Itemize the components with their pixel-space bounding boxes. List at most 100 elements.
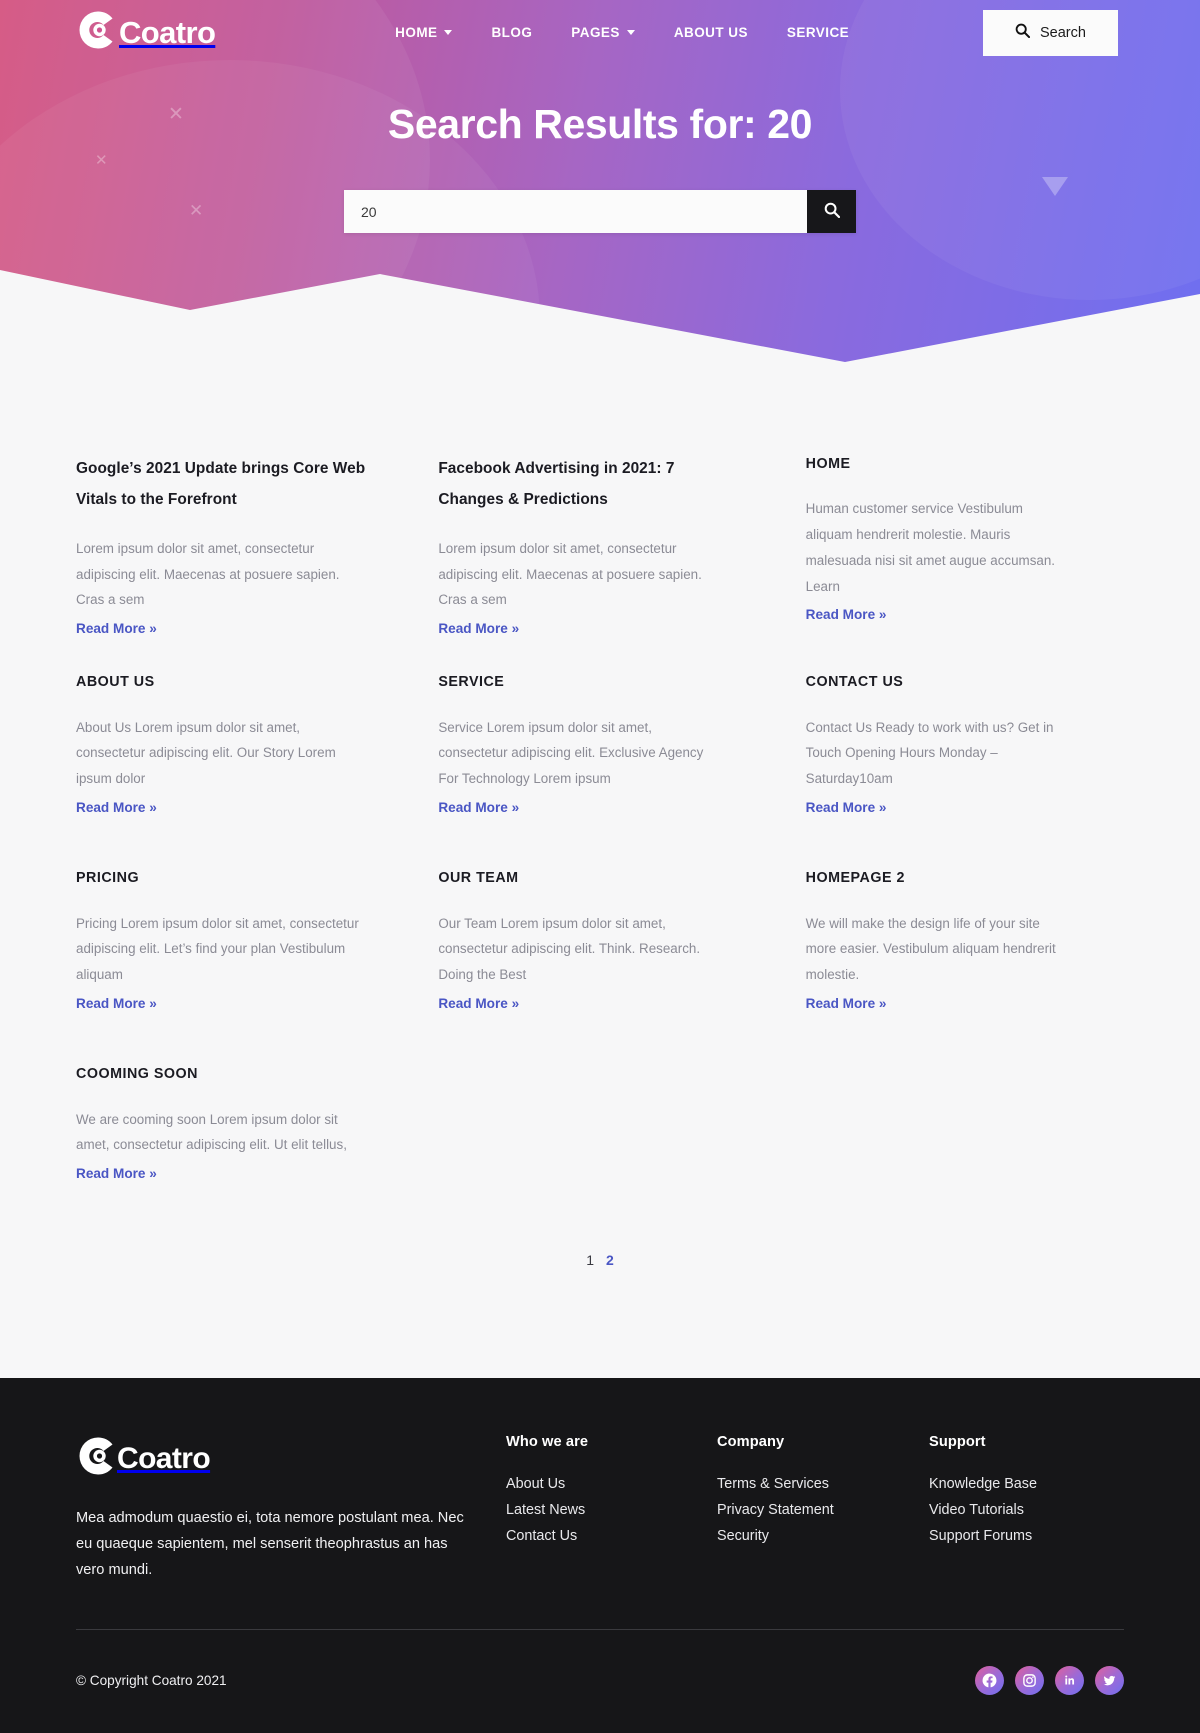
nav-item-about-us[interactable]: ABOUT US	[674, 25, 748, 40]
results-column: COOMING SOON We are cooming soon Lorem i…	[76, 1064, 425, 1260]
nav-item-label: ABOUT US	[673, 25, 748, 40]
result-description: About Us Lorem ipsum dolor sit amet, con…	[76, 719, 336, 787]
footer-link[interactable]: Support Forums	[929, 1528, 1037, 1544]
site-logo[interactable]: Coatro	[76, 8, 216, 57]
nav-item-label: HOME	[395, 25, 438, 40]
footer-link[interactable]: About Us	[506, 1476, 717, 1492]
result-description: Pricing Lorem ipsum dolor sit amet, cons…	[76, 915, 359, 983]
chevron-down-icon	[444, 30, 453, 35]
result-title: ABOUT US	[76, 674, 155, 691]
footer-link[interactable]: Latest News	[506, 1502, 717, 1518]
results-column: HOMEPAGE 2 We will make the design life …	[775, 868, 1124, 1064]
main-menu: HOME BLOG PAGES ABOUT US SERVICE	[349, 25, 849, 40]
read-more-link[interactable]: Read More »	[76, 1166, 157, 1181]
read-more-link[interactable]: Read More »	[438, 996, 519, 1011]
result-item: CONTACT US Contact Us Ready to work with…	[806, 672, 1068, 834]
coatro-logo-icon	[76, 1434, 120, 1483]
footer-link[interactable]: Security	[717, 1528, 929, 1544]
pagination-page-2[interactable]: 2	[606, 1252, 614, 1268]
facebook-icon[interactable]	[975, 1666, 1004, 1696]
header-search-button-label: Search	[1040, 24, 1086, 41]
footer-top: Coatro Mea admodum quaestio ei, tota nem…	[76, 1434, 1124, 1584]
result-item: SERVICE Service Lorem ipsum dolor sit am…	[438, 672, 718, 834]
result-item: PRICING Pricing Lorem ipsum dolor sit am…	[76, 868, 369, 1030]
nav-item-home[interactable]: HOME	[395, 25, 453, 40]
nav-item-service[interactable]: SERVICE	[787, 25, 849, 40]
result-description: Service Lorem ipsum dolor sit amet, cons…	[438, 719, 704, 787]
read-more-link[interactable]: Read More »	[76, 996, 157, 1011]
results-column: HOME Human customer service Vestibulum a…	[775, 454, 1124, 672]
result-description: We will make the design life of your sit…	[805, 915, 1056, 983]
footer-bottom: © Copyright Coatro 2021	[76, 1630, 1124, 1733]
top-navigation-bar: Coatro HOME BLOG PAGES ABOUT US SERVICE	[0, 0, 1200, 65]
page-title: Search Results for: 20	[387, 101, 813, 147]
search-results-section: Google’s 2021 Update brings Core Web Vit…	[0, 362, 1200, 1379]
read-more-link[interactable]: Read More »	[76, 800, 157, 815]
read-more-link[interactable]: Read More »	[438, 800, 519, 815]
results-column: OUR TEAM Our Team Lorem ipsum dolor sit …	[425, 868, 774, 1064]
footer-logo[interactable]: Coatro	[76, 1434, 506, 1483]
coatro-logo-icon	[76, 8, 120, 57]
result-title: SERVICE	[438, 674, 505, 691]
twitter-icon[interactable]	[1095, 1666, 1124, 1696]
result-title: HOMEPAGE 2	[805, 870, 905, 887]
footer-column-support: Support Knowledge Base Video Tutorials S…	[929, 1434, 1037, 1554]
hero-zigzag-edge	[0, 270, 1200, 362]
footer-description: Mea admodum quaestio ei, tota nemore pos…	[76, 1510, 464, 1579]
copyright-text: © Copyright Coatro 2021	[76, 1673, 227, 1689]
linkedin-icon[interactable]	[1055, 1666, 1084, 1696]
hero-section: ✕ ✕ ✕ Coatro HOME BLOG PAGES ABOUT US SE…	[0, 0, 1200, 362]
results-column: PRICING Pricing Lorem ipsum dolor sit am…	[76, 868, 425, 1064]
footer-column-who-we-are: Who we are About Us Latest News Contact …	[506, 1434, 717, 1554]
result-title: OUR TEAM	[438, 870, 519, 887]
nav-item-label: PAGES	[571, 25, 620, 40]
result-description: Lorem ipsum dolor sit amet, consectetur …	[76, 541, 340, 608]
pagination: 1 2	[76, 1252, 1124, 1378]
read-more-link[interactable]: Read More »	[438, 621, 519, 636]
footer-link[interactable]: Terms & Services	[717, 1476, 929, 1492]
footer-column-heading: Company	[717, 1434, 785, 1451]
pagination-page-1[interactable]: 1	[586, 1252, 594, 1268]
result-title: PRICING	[76, 870, 140, 887]
results-grid: Google’s 2021 Update brings Core Web Vit…	[76, 454, 1124, 1260]
footer-column-heading: Support	[929, 1434, 986, 1451]
footer-link[interactable]: Privacy Statement	[717, 1502, 929, 1518]
footer-link[interactable]: Knowledge Base	[929, 1476, 1037, 1492]
footer-brand: Coatro Mea admodum quaestio ei, tota nem…	[76, 1434, 506, 1584]
nav-item-blog[interactable]: BLOG	[491, 25, 532, 40]
footer-link[interactable]: Contact Us	[506, 1528, 717, 1544]
result-item: ABOUT US About Us Lorem ipsum dolor sit …	[76, 672, 369, 834]
read-more-link[interactable]: Read More »	[806, 996, 887, 1011]
results-column: Facebook Advertising in 2021: 7 Changes …	[425, 454, 774, 672]
search-icon	[1015, 23, 1031, 42]
results-column: ABOUT US About Us Lorem ipsum dolor sit …	[76, 672, 425, 868]
result-description: Human customer service Vestibulum aliqua…	[805, 501, 1056, 594]
read-more-link[interactable]: Read More »	[806, 607, 887, 622]
search-input[interactable]	[344, 190, 807, 233]
site-footer: Coatro Mea admodum quaestio ei, tota nem…	[0, 1378, 1200, 1733]
results-column	[775, 1064, 1124, 1260]
nav-item-label: BLOG	[491, 25, 533, 40]
results-column	[425, 1064, 774, 1260]
footer-link[interactable]: Video Tutorials	[929, 1502, 1037, 1518]
hero-content: Search Results for: 20	[0, 65, 1200, 233]
header-search-button[interactable]: Search	[982, 9, 1118, 56]
footer-logo-text: Coatro	[117, 1441, 211, 1475]
instagram-icon[interactable]	[1015, 1666, 1044, 1696]
results-column: CONTACT US Contact Us Ready to work with…	[775, 672, 1124, 868]
search-submit-button[interactable]	[807, 190, 856, 233]
read-more-link[interactable]: Read More »	[76, 621, 157, 636]
result-item: Facebook Advertising in 2021: 7 Changes …	[438, 454, 718, 638]
result-description: We are cooming soon Lorem ipsum dolor si…	[76, 1111, 347, 1153]
result-title: CONTACT US	[805, 674, 904, 691]
read-more-link[interactable]: Read More »	[806, 800, 887, 815]
result-description: Lorem ipsum dolor sit amet, consectetur …	[438, 541, 702, 608]
result-description: Contact Us Ready to work with us? Get in…	[805, 719, 1054, 787]
result-title: HOME	[805, 456, 851, 472]
nav-item-pages[interactable]: PAGES	[571, 25, 635, 40]
result-title: Google’s 2021 Update brings Core Web Vit…	[76, 460, 366, 508]
result-item: COOMING SOON We are cooming soon Lorem i…	[76, 1064, 369, 1226]
results-column: Google’s 2021 Update brings Core Web Vit…	[76, 454, 425, 672]
nav-item-label: SERVICE	[786, 25, 850, 40]
result-title: Facebook Advertising in 2021: 7 Changes …	[438, 460, 675, 508]
